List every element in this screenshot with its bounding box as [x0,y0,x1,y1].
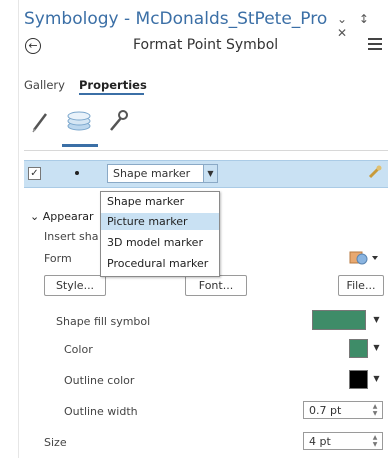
point-symbol-preview [75,171,79,175]
tab-properties-underline [79,93,144,95]
font-button[interactable]: Font... [185,275,247,296]
outline-width-label: Outline width [64,405,138,418]
outline-color-swatch[interactable] [349,370,368,389]
marker-type-dropdown[interactable]: Shape marker ▼ [107,164,218,183]
appearance-section-header[interactable]: ⌄ Appearar [30,210,94,223]
shape-fill-dropdown-arrow-icon[interactable]: ▼ [371,310,382,329]
layers-icon[interactable] [64,108,94,136]
color-swatch[interactable] [349,339,368,358]
size-value: 4 pt [309,435,331,448]
dropdown-arrow-icon[interactable]: ▼ [203,165,217,182]
wrench-icon[interactable] [106,108,130,136]
divider [24,150,388,151]
size-label: Size [44,436,67,449]
form-picker[interactable] [348,249,382,267]
option-3d-model-marker[interactable]: 3D model marker [101,234,219,251]
form-label: Form [44,252,72,265]
back-arrow-icon[interactable]: ← [25,38,41,54]
layer-visibility-checkbox[interactable]: ✓ [28,167,41,180]
pane-left-border [18,0,19,458]
outline-color-dropdown-arrow-icon[interactable]: ▼ [371,369,382,388]
spinner-icon[interactable]: ▲ ▼ [371,403,379,417]
spinner-icon[interactable]: ▲ ▼ [371,434,379,448]
tab-properties[interactable]: Properties [79,78,147,92]
option-procedural-marker[interactable]: Procedural marker [101,255,219,272]
color-dropdown-arrow-icon[interactable]: ▼ [371,338,382,357]
outline-color-label: Outline color [64,374,135,387]
marker-type-options: Shape marker Picture marker 3D model mar… [100,191,220,277]
pen-icon[interactable] [30,108,52,136]
paint-brush-icon[interactable] [367,164,383,184]
window-controls[interactable]: ⌄ ↕ ✕ [337,12,388,40]
style-button[interactable]: Style... [44,275,106,296]
option-shape-marker[interactable]: Shape marker [101,193,219,210]
marker-type-selected: Shape marker [113,167,191,180]
pane-title: Symbology - McDonalds_StPete_Pro [24,9,328,29]
layers-tab-underline [62,144,98,147]
outline-width-value: 0.7 pt [309,404,342,417]
color-label: Color [64,343,93,356]
tab-gallery[interactable]: Gallery [24,78,65,92]
shape-fill-swatch[interactable] [312,310,366,330]
option-picture-marker[interactable]: Picture marker [101,213,219,230]
hamburger-menu-icon[interactable] [368,38,382,53]
page-subtitle: Format Point Symbol [133,37,279,53]
outline-width-input[interactable]: 0.7 pt ▲ ▼ [303,401,383,419]
chevron-down-icon: ⌄ [30,210,40,223]
appearance-label: Appearar [42,210,94,223]
shape-fill-label: Shape fill symbol [56,315,151,328]
insert-shape-label: Insert sha [44,230,99,243]
size-input[interactable]: 4 pt ▲ ▼ [303,432,383,450]
file-button[interactable]: File... [338,275,384,296]
